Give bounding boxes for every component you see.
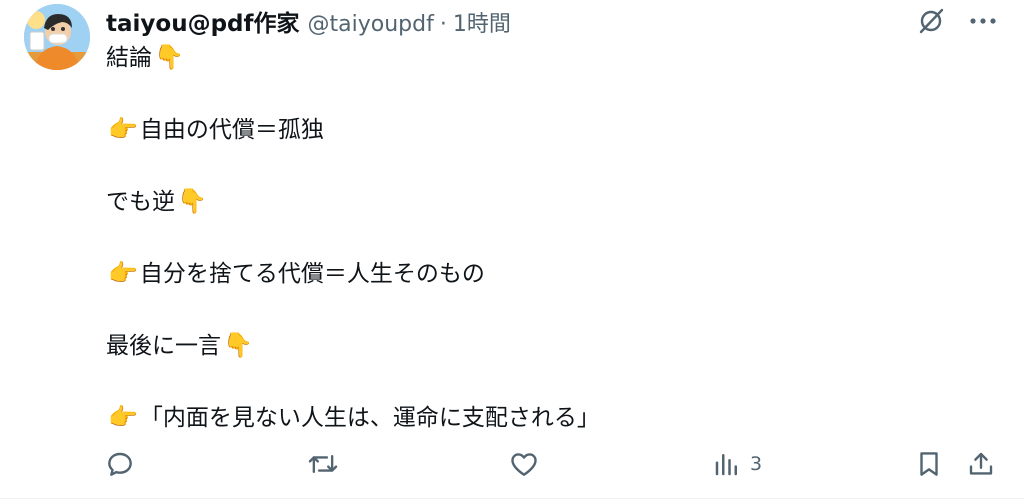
post-line: でも逆👇 [106, 184, 986, 221]
pointing-down-icon: 👇 [154, 43, 184, 71]
share-button[interactable] [966, 444, 996, 484]
post-line: 👉「内面を見ない人生は、運命に支配される」 [106, 400, 986, 437]
post-line-text: 最後に一言 [106, 333, 221, 359]
pointing-right-icon: 👉 [108, 259, 138, 287]
pointing-down-icon: 👇 [223, 331, 253, 359]
pointing-right-icon: 👉 [108, 115, 138, 143]
post-divider [0, 498, 1024, 499]
views-icon [715, 454, 737, 476]
post-top-actions [914, 4, 1000, 38]
views-count: 3 [750, 453, 763, 475]
grok-icon[interactable] [914, 4, 948, 38]
post-line-text: でも逆 [106, 189, 175, 215]
post-line: 最後に一言👇 [106, 328, 986, 365]
post-action-bar: 3 [104, 444, 1004, 484]
bookmark-icon [920, 452, 938, 476]
repost-icon [308, 454, 338, 474]
post-line: 👉自由の代償＝孤独 [106, 112, 986, 149]
post-line-text: 自由の代償＝孤独 [139, 117, 324, 143]
more-icon[interactable] [966, 4, 1000, 38]
post-line-text: 自分を捨てる代償＝人生そのもの [139, 261, 485, 287]
reply-button[interactable] [104, 444, 144, 484]
post-line: 結論👇 [106, 40, 986, 77]
post-header: taiyou@pdf作家 @taiyoupdf · 1時間 [106, 4, 511, 38]
post-card[interactable]: taiyou@pdf作家 @taiyoupdf · 1時間 結論👇 👉自由の代償… [0, 0, 1024, 504]
header-separator: · [439, 12, 447, 37]
avatar[interactable] [24, 4, 90, 70]
views-button[interactable]: 3 [712, 444, 762, 484]
bookmark-button[interactable] [914, 444, 944, 484]
post-timestamp[interactable]: 1時間 [453, 6, 511, 38]
share-icon [969, 452, 993, 475]
author-handle[interactable]: @taiyoupdf [308, 12, 434, 37]
pointing-right-icon: 👉 [108, 403, 138, 431]
heart-icon [511, 453, 537, 476]
like-button[interactable] [508, 444, 548, 484]
post-line-text: 「内面を見ない人生は、運命に支配される」 [139, 405, 600, 431]
repost-button[interactable] [306, 444, 348, 484]
post-line: 👉自分を捨てる代償＝人生そのもの [106, 256, 986, 293]
post-line-text: 結論 [106, 45, 152, 71]
reply-icon [108, 452, 132, 476]
avatar-illustration [24, 4, 90, 70]
pointing-down-icon: 👇 [177, 187, 207, 215]
post-body: 結論👇 👉自由の代償＝孤独 でも逆👇 👉自分を捨てる代償＝人生そのもの 最後に一… [106, 40, 986, 437]
author-display-name[interactable]: taiyou@pdf作家 [106, 4, 300, 38]
